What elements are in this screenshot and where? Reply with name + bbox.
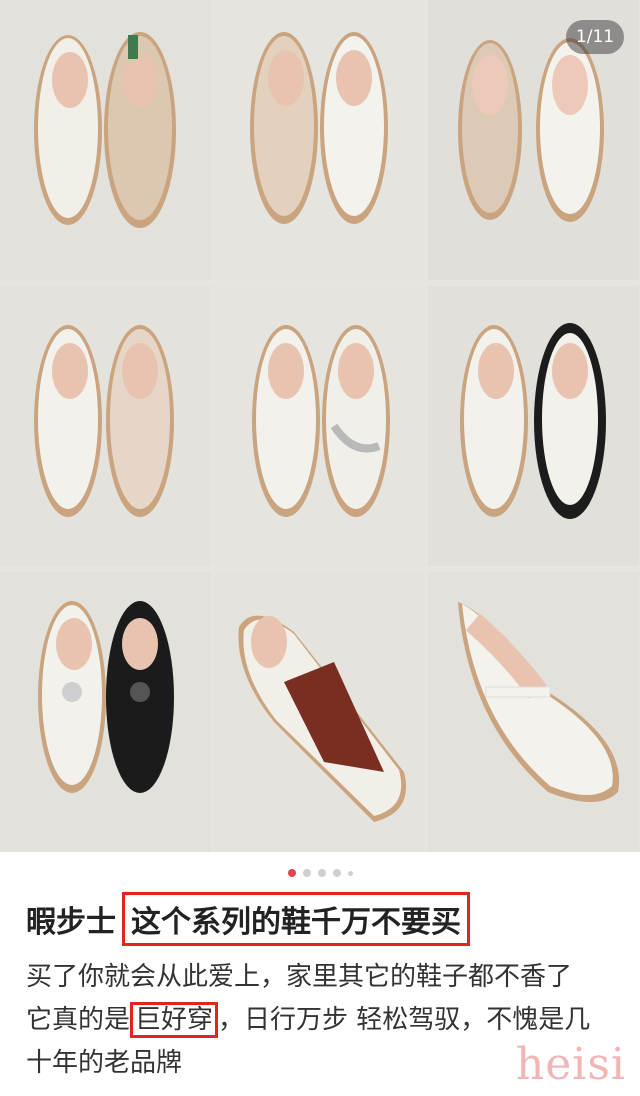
shoe-image-4[interactable] bbox=[0, 286, 211, 566]
shoe-image-1[interactable] bbox=[0, 0, 211, 280]
title-highlight: 这个系列的鞋千万不要买 bbox=[122, 892, 470, 946]
indicator-dot-active bbox=[287, 869, 296, 877]
indicator-dot bbox=[332, 869, 341, 877]
shoe-image-9[interactable] bbox=[428, 572, 639, 852]
body-highlight: 巨好穿 bbox=[130, 1002, 219, 1038]
post-title: 暇步士 这个系列的鞋千万不要买 bbox=[26, 892, 470, 946]
indicator-dot bbox=[302, 869, 311, 877]
body-line-2-end: ，日行万步 轻松驾驭，不愧是几 bbox=[218, 1005, 591, 1035]
carousel-indicator bbox=[0, 866, 640, 880]
shoe-image-2[interactable] bbox=[214, 0, 425, 280]
shoe-image-6[interactable] bbox=[428, 286, 639, 566]
shoe-image-5[interactable] bbox=[214, 286, 425, 566]
title-prefix: 暇步士 bbox=[26, 905, 116, 940]
indicator-dot bbox=[317, 869, 326, 877]
shoe-image-7[interactable] bbox=[0, 572, 211, 852]
image-counter: 1/11 bbox=[566, 20, 624, 54]
watermark: heisi bbox=[515, 1039, 626, 1090]
body-line-2: 它真的是 巨好穿 ，日行万步 轻松驾驭，不愧是几 bbox=[26, 999, 616, 1042]
image-gallery[interactable]: 1/11 bbox=[0, 0, 640, 852]
shoe-image-8[interactable] bbox=[214, 572, 425, 852]
indicator-dot bbox=[347, 870, 353, 876]
body-line-2-start: 它真的是 bbox=[26, 1005, 131, 1035]
body-line-1: 买了你就会从此爱上，家里其它的鞋子都不香了 bbox=[26, 962, 573, 992]
